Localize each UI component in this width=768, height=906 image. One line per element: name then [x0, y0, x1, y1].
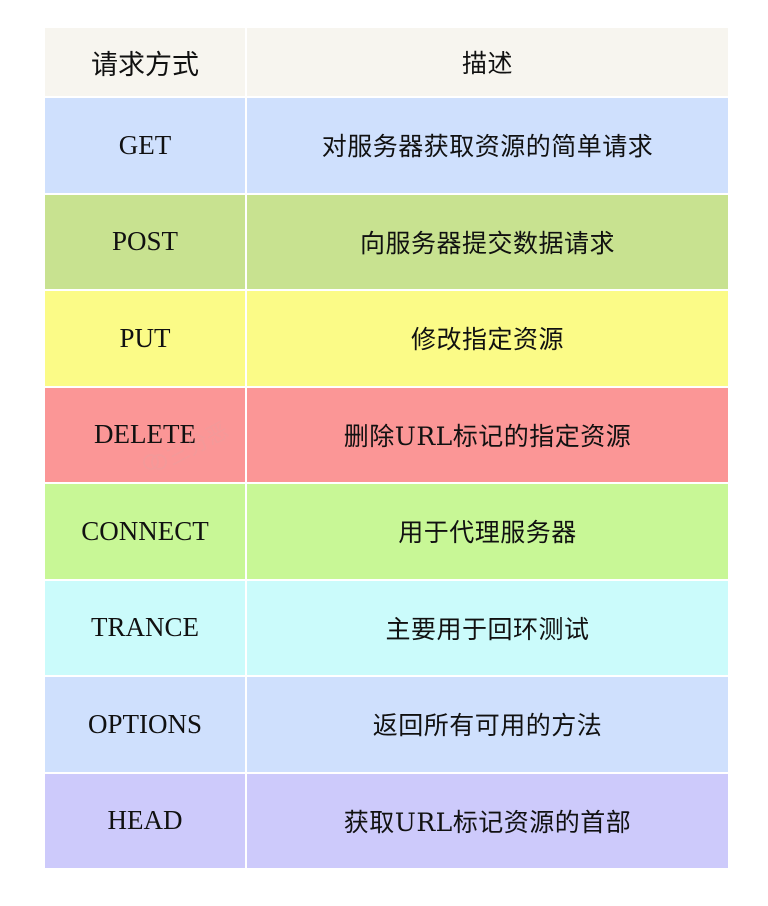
row-connect-description: 用于代理服务器 — [247, 484, 728, 581]
row-put-description: 修改指定资源 — [247, 291, 728, 388]
row-options-description: 返回所有可用的方法 — [247, 677, 728, 774]
header-description: 描述 — [247, 28, 728, 98]
row-options-method: OPTIONS — [45, 677, 247, 774]
row-put-method: PUT — [45, 291, 247, 388]
row-get-method: GET — [45, 98, 247, 195]
http-methods-table: 请求方式 描述 GET 对服务器获取资源的简单请求 POST 向服务器提交数据请… — [45, 28, 728, 870]
row-connect-method: CONNECT — [45, 484, 247, 581]
row-head-method: HEAD — [45, 773, 247, 870]
row-get-description: 对服务器获取资源的简单请求 — [247, 98, 728, 195]
row-delete-method: DELETE — [45, 387, 247, 484]
row-post-description: 向服务器提交数据请求 — [247, 194, 728, 291]
header-method: 请求方式 — [45, 28, 247, 98]
row-trance-description: 主要用于回环测试 — [247, 580, 728, 677]
row-post-method: POST — [45, 194, 247, 291]
row-head-description: 获取URL标记资源的首部 — [247, 773, 728, 870]
row-delete-description: 删除URL标记的指定资源 — [247, 387, 728, 484]
row-trance-method: TRANCE — [45, 580, 247, 677]
